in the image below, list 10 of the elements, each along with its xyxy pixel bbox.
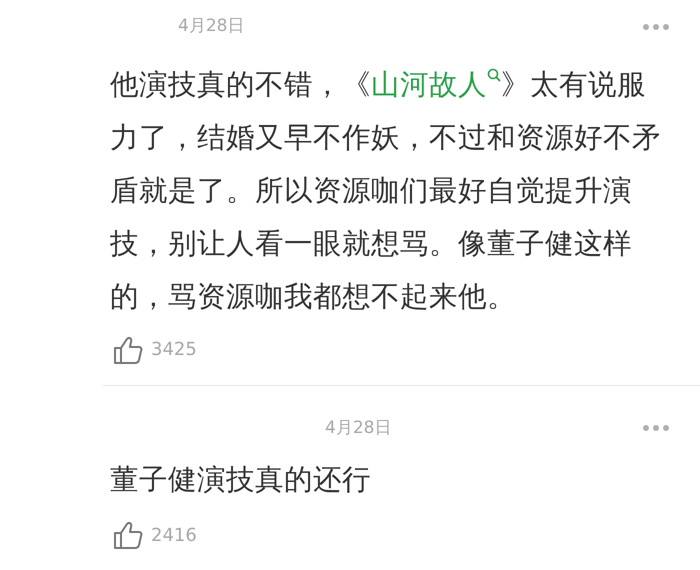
comment-text: 董子健演技真的还行 [110, 462, 372, 498]
like-count: 3425 [151, 338, 197, 362]
comment-date: 4月28日 [178, 15, 244, 38]
thumbs-up-icon[interactable] [113, 520, 143, 550]
like-count: 2416 [151, 524, 197, 548]
search-link[interactable]: 山河故人 [371, 68, 501, 100]
thumbs-up-icon[interactable] [113, 334, 143, 364]
search-icon [487, 68, 501, 82]
comment-text: 他演技真的不错，《山河故人 》太有说服力了，结婚又早不作妖，不过和资源好不矛盾就是了。所以资源咖们最好自觉提升演技，别让人看一眼就想骂。像董子健这样的，骂资源咖我都想不起来他。 [110, 66, 662, 314]
comment-date: 4月28日 [325, 416, 392, 440]
